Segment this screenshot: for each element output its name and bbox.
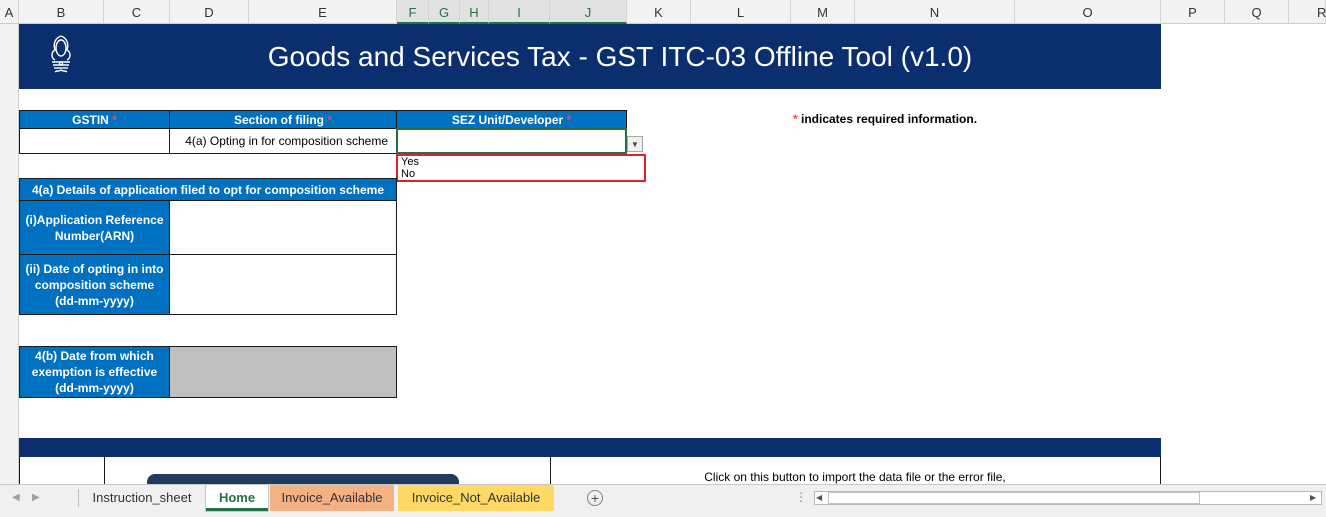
tab-home[interactable]: Home	[206, 485, 268, 511]
column-header-f[interactable]: F	[397, 0, 429, 24]
exemption-date-field	[169, 346, 397, 398]
column-header-m[interactable]: M	[791, 0, 855, 24]
column-header-k[interactable]: K	[627, 0, 691, 24]
cell-divider	[104, 457, 105, 487]
tab-separator	[78, 489, 79, 507]
scroll-tabs-left-icon[interactable]: ◀	[12, 485, 20, 511]
scroll-tabs-right-icon[interactable]: ▶	[32, 485, 40, 511]
required-asterisk: *	[327, 112, 332, 127]
gstin-input[interactable]	[19, 128, 170, 154]
add-sheet-icon[interactable]: +	[587, 490, 603, 506]
dropdown-arrow-icon[interactable]: ▼	[627, 136, 643, 152]
opting-date-label: (ii) Date of opting in into composition …	[19, 254, 170, 315]
column-header-a[interactable]: A	[0, 0, 19, 24]
scroll-left-icon[interactable]: ◀	[816, 493, 822, 502]
column-header-o[interactable]: O	[1015, 0, 1161, 24]
page-title: Goods and Services Tax - GST ITC-03 Offl…	[267, 41, 973, 72]
sez-unit-label: SEZ Unit/Developer	[451, 112, 564, 127]
section-of-filing-header: Section of filing *	[169, 110, 397, 129]
column-header-j[interactable]: J	[550, 0, 627, 24]
column-header-d[interactable]: D	[170, 0, 249, 24]
gstin-header: GSTIN *	[19, 110, 170, 129]
arn-label: (i)Application Reference Number(ARN)	[19, 200, 170, 255]
section-of-filing-label: Section of filing	[233, 112, 324, 127]
opting-date-input[interactable]	[169, 254, 397, 315]
section-of-filing-field[interactable]: 4(a) Opting in for composition scheme	[169, 128, 397, 154]
required-asterisk: *	[112, 112, 117, 127]
column-header-l[interactable]: L	[691, 0, 791, 24]
column-header-p[interactable]: P	[1161, 0, 1225, 24]
exemption-date-label: 4(b) Date from which exemption is effect…	[19, 346, 170, 398]
column-header-i[interactable]: I	[489, 0, 550, 24]
column-header-g[interactable]: G	[429, 0, 460, 24]
title-banner: Goods and Services Tax - GST ITC-03 Offl…	[19, 24, 1161, 89]
arn-input[interactable]	[169, 200, 397, 255]
required-asterisk: *	[566, 112, 572, 127]
required-info-note: * indicates required information.	[793, 112, 977, 126]
column-header-bar: A B C D E F G H I J K L M N O P Q R	[0, 0, 1326, 24]
column-header-e[interactable]: E	[249, 0, 397, 24]
tab-invoice-available[interactable]: Invoice_Available	[270, 485, 394, 511]
required-info-text: indicates required information.	[797, 112, 978, 126]
option-yes[interactable]: Yes	[398, 156, 644, 168]
column-header-h[interactable]: H	[460, 0, 489, 24]
column-header-r[interactable]: R	[1289, 0, 1326, 24]
sez-unit-select[interactable]	[396, 128, 627, 154]
tab-instruction-sheet[interactable]: Instruction_sheet	[80, 485, 204, 511]
option-no[interactable]: No	[398, 168, 644, 180]
column-a-strip	[0, 24, 19, 484]
column-header-c[interactable]: C	[104, 0, 170, 24]
gstin-label: GSTIN	[72, 112, 109, 127]
column-header-b[interactable]: B	[19, 0, 104, 24]
tab-invoice-not-available[interactable]: Invoice_Not_Available	[398, 485, 554, 511]
sez-unit-header: SEZ Unit/Developer *	[396, 110, 627, 129]
scrollbar-thumb[interactable]	[828, 492, 1200, 504]
sez-options-list: Yes No	[396, 154, 646, 182]
import-description: Click on this button to import the data …	[704, 470, 1006, 484]
import-section-bar	[19, 438, 1161, 457]
section-4a-header: 4(a) Details of application filed to opt…	[19, 178, 397, 201]
split-handle-icon[interactable]: ⋮	[795, 490, 807, 504]
column-header-q[interactable]: Q	[1225, 0, 1289, 24]
scroll-right-icon[interactable]: ▶	[1310, 493, 1316, 502]
column-header-n[interactable]: N	[855, 0, 1015, 24]
